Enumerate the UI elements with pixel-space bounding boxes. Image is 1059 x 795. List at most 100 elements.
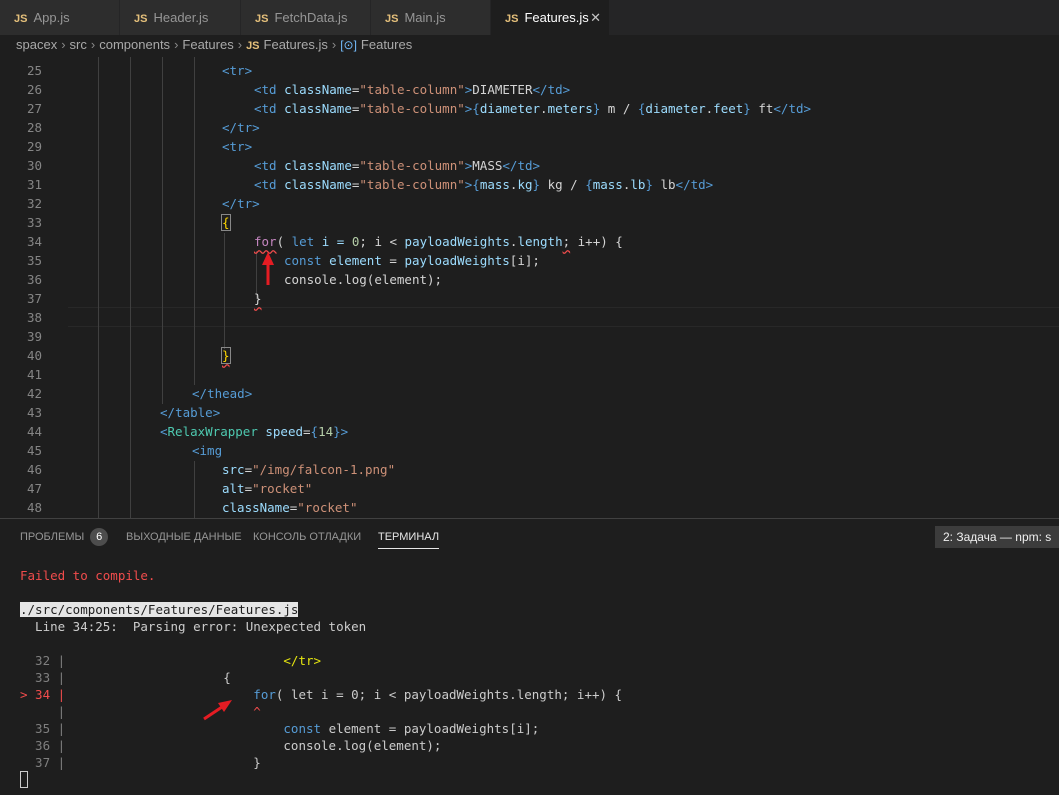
chevron-right-icon: › (237, 37, 243, 52)
code-line: 45 <img (0, 441, 1059, 460)
tab-terminal[interactable]: ТЕРМИНАЛ (378, 519, 440, 555)
chevron-right-icon: › (61, 37, 66, 52)
terminal-path-line: ./src/components/Features/Features.js (20, 601, 299, 619)
code-line: 42 </thead> (0, 384, 1059, 403)
tab-label: ПРОБЛЕМЫ (20, 531, 85, 543)
code-line: 28 </tr> (0, 118, 1059, 137)
matching-bracket: { (221, 214, 231, 231)
chevron-right-icon: › (174, 37, 179, 52)
js-file-icon: JS (14, 13, 28, 25)
code-line-error: 34 for( let i = 0; i < payloadWeights.len… (0, 232, 1059, 251)
line-number: 46 (26, 462, 42, 477)
matching-bracket: } (221, 347, 231, 364)
tab-features-js[interactable]: JS Features.js ✕ (491, 0, 610, 35)
code-line: 37} (0, 289, 1059, 308)
line-number: 43 (26, 405, 42, 420)
code-editor[interactable]: 25 <tr> 26 <td className="table-column">DI… (0, 57, 1059, 518)
tab-problems[interactable]: ПРОБЛЕМЫ 6 (20, 519, 109, 555)
code-line: 32 </tr> (0, 194, 1059, 213)
breadcrumb-item-symbol[interactable]: Features (361, 37, 412, 52)
code-line: 35 const element = payloadWeights[i]; (0, 251, 1059, 270)
tab-header-js[interactable]: JS Header.js (120, 0, 241, 35)
line-number: 28 (26, 120, 42, 135)
tab-debug-console[interactable]: КОНСОЛЬ ОТЛАДКИ (253, 519, 361, 555)
js-file-icon: JS (134, 13, 148, 25)
chevron-right-icon: › (90, 37, 96, 52)
line-number: 41 (26, 367, 42, 382)
line-number: 36 (26, 272, 42, 287)
code-line: 41 (0, 365, 1059, 384)
code-line: 27 <td className="table-column">{diameter… (0, 99, 1059, 118)
symbol-icon: [⊙] (340, 38, 357, 52)
terminal-code-frame-line: 35 | const element = payloadWeights[i]; (20, 721, 540, 736)
tab-fetchdata-js[interactable]: JS FetchData.js (241, 0, 371, 35)
terminal-error-line: Line 34:25: Parsing error: Unexpected to… (20, 619, 367, 634)
problems-count-badge: 6 (90, 528, 109, 546)
code-line: 44 <RelaxWrapper speed={14}> (0, 422, 1059, 441)
tab-label: Features.js (524, 10, 589, 25)
breadcrumb-item-src[interactable]: src (70, 37, 87, 52)
terminal-cursor (20, 771, 28, 788)
breadcrumb-item-features-folder[interactable]: Features (182, 37, 233, 52)
line-number: 40 (26, 348, 42, 363)
error-token: for (254, 234, 277, 249)
tab-label: Main.js (404, 10, 446, 25)
line-number: 45 (26, 443, 42, 458)
terminal-code-frame-line: 32 | </tr> (20, 653, 322, 668)
bottom-panel: ПРОБЛЕМЫ 6 ВЫХОДНЫЕ ДАННЫЕ КОНСОЛЬ ОТЛАДК… (0, 518, 1059, 794)
line-number: 29 (26, 139, 42, 154)
close-icon[interactable]: ✕ (590, 0, 601, 35)
js-file-icon: JS (505, 13, 519, 25)
line-number: 38 (26, 310, 42, 325)
editor-tab-bar: JS App.js JS Header.js JS FetchData.js JS Ma… (0, 0, 1059, 35)
tab-label: Header.js (153, 10, 209, 25)
code-line: 43 </table> (0, 403, 1059, 422)
terminal-code-frame-line: 36 | console.log(element); (20, 738, 442, 753)
code-line: 31 <td className="table-column">{mass.kg}… (0, 175, 1059, 194)
tab-output[interactable]: ВЫХОДНЫЕ ДАННЫЕ (126, 519, 242, 555)
line-number: 32 (26, 196, 42, 211)
line-number: 39 (26, 329, 42, 344)
tab-main-js[interactable]: JS Main.js (371, 0, 491, 35)
terminal-code-frame-line: 37 | } (20, 755, 261, 770)
line-number: 26 (26, 82, 42, 97)
line-number: 42 (26, 386, 42, 401)
line-number: 48 (26, 500, 42, 515)
terminal-code-frame-line: > 34 | for( let i = 0; i < payloadWeight… (20, 687, 623, 702)
code-line: 39 (0, 327, 1059, 346)
code-line: 30 <td className="table-column">MASS</td> (0, 156, 1059, 175)
line-number: 25 (26, 63, 42, 78)
code-line: 38 (0, 308, 1059, 327)
breadcrumb-item-components[interactable]: components (99, 37, 170, 52)
line-number: 33 (26, 215, 42, 230)
chevron-right-icon: › (331, 37, 337, 52)
breadcrumb-item-spacex[interactable]: spacex (16, 37, 57, 52)
code-line: 29 <tr> (0, 137, 1059, 156)
tab-label: FetchData.js (274, 10, 348, 25)
line-number: 44 (26, 424, 42, 439)
code-line: 25 <tr> (0, 61, 1059, 80)
js-file-icon: JS (385, 13, 399, 25)
terminal-file-path: ./src/components/Features/Features.js (20, 602, 299, 617)
terminal-code-frame-line: | ^ (20, 704, 261, 719)
tab-app-js[interactable]: JS App.js (0, 0, 120, 35)
line-number: 47 (26, 481, 42, 496)
breadcrumb: spacex › src › components › Features › JS Feature… (0, 35, 1059, 57)
line-number: 34 (26, 234, 42, 249)
line-number: 37 (26, 291, 42, 306)
line-number: 30 (26, 158, 42, 173)
terminal-failed-message: Failed to compile. (20, 568, 156, 583)
code-line: 47 alt="rocket" (0, 479, 1059, 498)
terminal-task-select[interactable]: 2: Задача — npm: s (935, 526, 1059, 548)
js-file-icon: JS (255, 13, 269, 25)
line-number: 31 (26, 177, 42, 192)
code-line: 46 src="/img/falcon-1.png" (0, 460, 1059, 479)
breadcrumb-item-file[interactable]: Features.js (264, 37, 328, 52)
code-line: 40} (0, 346, 1059, 365)
code-line: 33 { (0, 213, 1059, 232)
js-file-icon: JS (246, 40, 260, 52)
line-number: 27 (26, 101, 42, 116)
code-line: 48 className="rocket" (0, 498, 1059, 517)
line-number: 35 (26, 253, 42, 268)
code-line: 36 console.log(element); (0, 270, 1059, 289)
